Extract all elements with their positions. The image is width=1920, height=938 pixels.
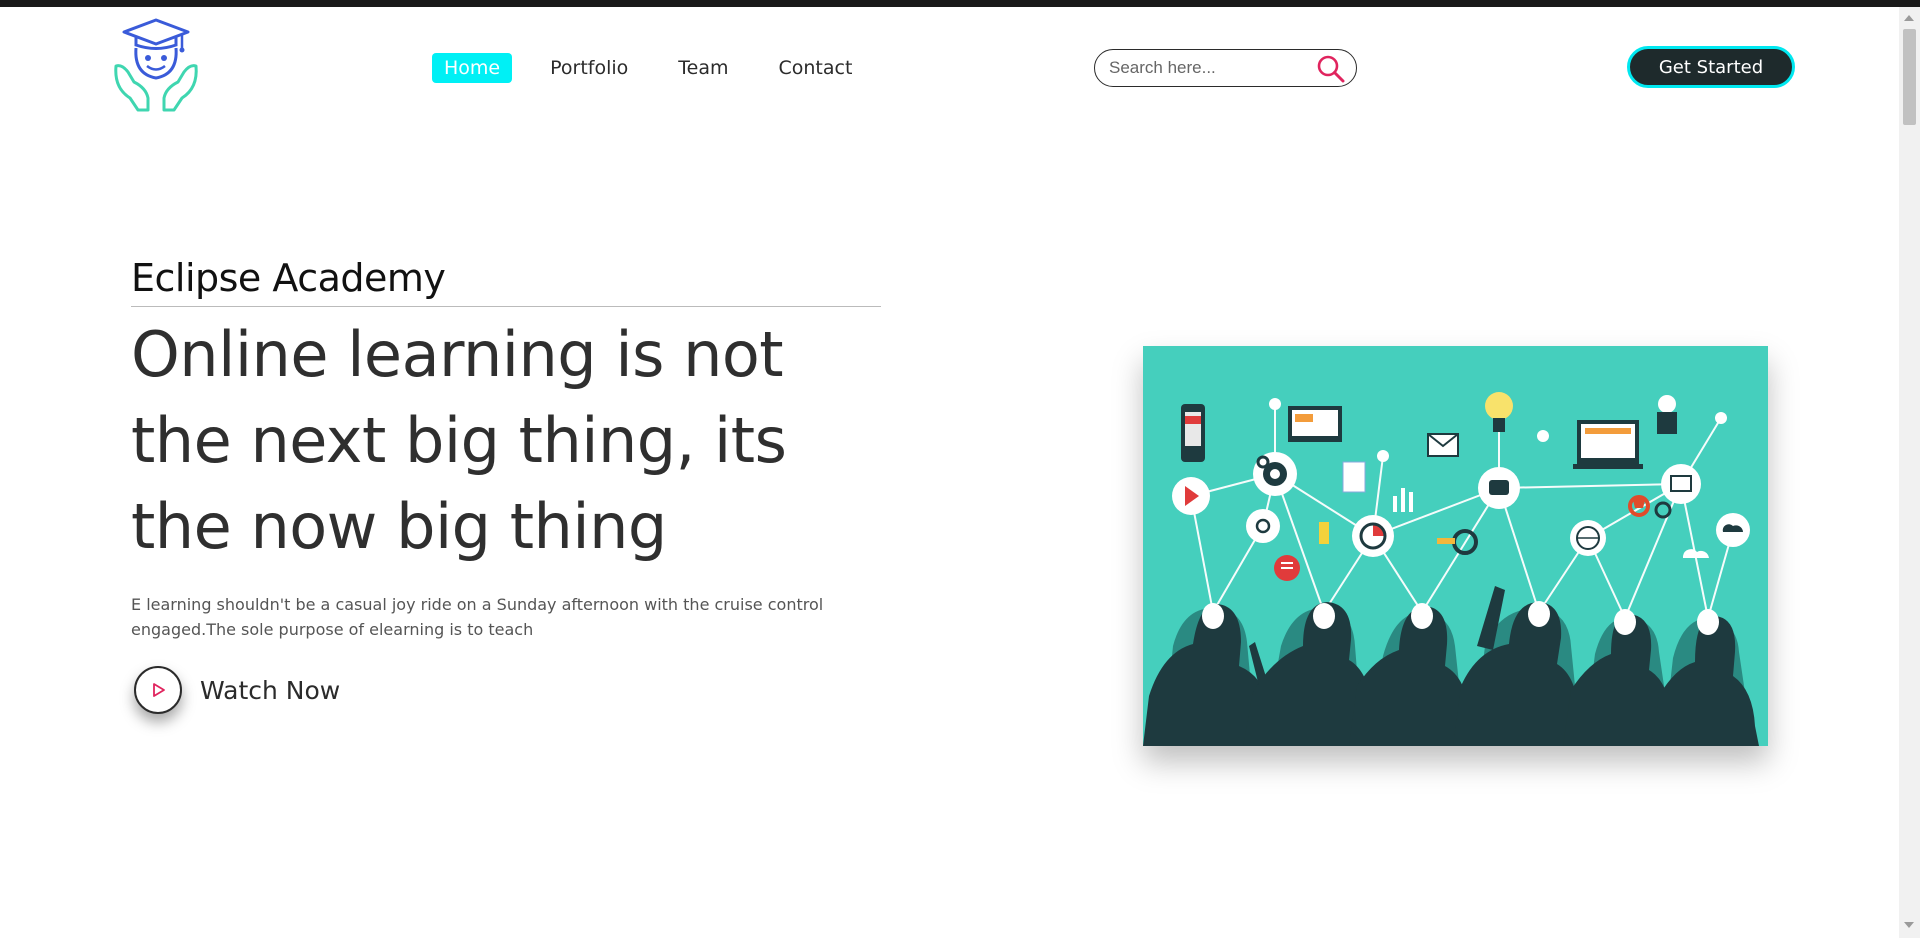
- nav-home[interactable]: Home: [432, 53, 513, 83]
- hero-headline: Online learning is not the next big thin…: [131, 318, 787, 563]
- nav-contact[interactable]: Contact: [779, 53, 853, 83]
- watch-now-button[interactable]: Watch Now: [134, 666, 340, 714]
- play-icon[interactable]: [134, 666, 182, 714]
- get-started-button[interactable]: Get Started: [1627, 46, 1795, 88]
- academy-logo-icon[interactable]: [108, 18, 204, 114]
- browser-top-bar: [0, 0, 1920, 7]
- search-icon[interactable]: [1316, 54, 1346, 84]
- hero-description: E learning shouldn't be a casual joy rid…: [131, 595, 824, 639]
- nav-portfolio[interactable]: Portfolio: [550, 53, 628, 83]
- nav-team[interactable]: Team: [678, 53, 728, 83]
- page-scrollbar[interactable]: [1899, 7, 1920, 938]
- scroll-down-icon[interactable]: [1904, 922, 1914, 928]
- brand-title: Eclipse Academy: [131, 256, 881, 307]
- network-learning-illustration: [1143, 346, 1768, 746]
- scrollbar-thumb[interactable]: [1903, 29, 1916, 125]
- search-input[interactable]: [1109, 58, 1309, 78]
- watch-now-label: Watch Now: [200, 675, 341, 705]
- main-nav: Home Portfolio Team Contact: [432, 53, 902, 83]
- scroll-up-icon[interactable]: [1904, 15, 1914, 21]
- search-box: [1094, 49, 1357, 87]
